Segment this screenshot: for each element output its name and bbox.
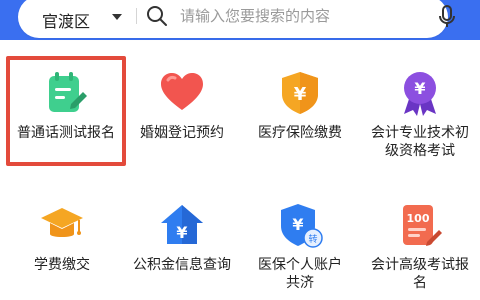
district-selector[interactable]: 官渡区 — [42, 8, 90, 32]
service-label: 学费缴交 — [34, 257, 90, 273]
search-input[interactable] — [180, 4, 420, 28]
heart-icon — [161, 73, 203, 110]
service-label: 普通话测试报名 — [17, 125, 115, 141]
search-divider — [136, 8, 137, 24]
service-tile-accounting-junior-exam[interactable]: ¥ 会计专业技术初级资格考试 — [360, 56, 480, 166]
clipboard-edit-icon — [49, 72, 87, 112]
svg-text:¥: ¥ — [294, 84, 307, 105]
svg-text:¥: ¥ — [176, 223, 187, 242]
svg-text:100: 100 — [407, 212, 430, 225]
chevron-down-icon[interactable] — [112, 14, 122, 20]
service-tile-marriage-registration[interactable]: 婚姻登记预约 — [122, 56, 242, 166]
service-label: 医保个人账户共济 — [258, 257, 342, 291]
graduation-cap-icon — [41, 208, 83, 237]
service-tile-medical-account-sharing[interactable]: ¥ 转 医保个人账户共济 — [240, 188, 360, 298]
yuan-house-icon: ¥ — [161, 205, 203, 244]
service-tile-accounting-senior-exam[interactable]: 100 会计高级考试报名 — [360, 188, 480, 298]
service-tile-putonghua-test[interactable]: 普通话测试报名 — [6, 56, 126, 166]
yuan-transfer-shield-icon: ¥ 转 — [281, 204, 323, 248]
svg-text:¥: ¥ — [292, 215, 303, 234]
yuan-badge-icon: ¥ — [404, 72, 436, 116]
microphone-icon[interactable] — [438, 5, 456, 29]
score-100-doc-icon: 100 — [403, 205, 442, 246]
search-icon[interactable] — [146, 5, 168, 27]
service-label: 会计专业技术初级资格考试 — [371, 125, 469, 159]
svg-text:¥: ¥ — [414, 79, 425, 98]
service-tile-housing-fund-query[interactable]: ¥ 公积金信息查询 — [122, 188, 242, 298]
search-bar[interactable]: 官渡区 — [18, 0, 455, 38]
service-label: 医疗保险缴费 — [258, 125, 342, 141]
service-label: 婚姻登记预约 — [140, 125, 224, 141]
service-tile-medical-insurance-payment[interactable]: ¥ 医疗保险缴费 — [240, 56, 360, 166]
service-tile-tuition-payment[interactable]: 学费缴交 — [2, 188, 122, 298]
service-label: 公积金信息查询 — [133, 257, 231, 273]
service-label: 会计高级考试报名 — [371, 257, 469, 291]
svg-text:转: 转 — [308, 233, 317, 245]
yuan-shield-icon: ¥ — [282, 72, 318, 114]
